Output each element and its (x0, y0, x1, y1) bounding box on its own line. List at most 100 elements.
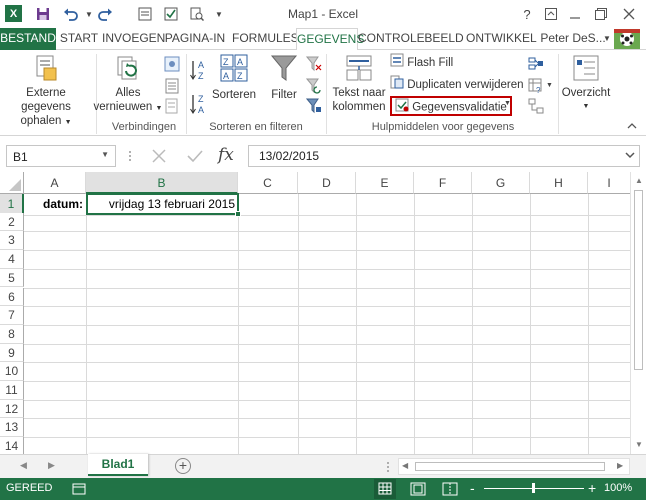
flash-fill-button[interactable]: Flash Fill (390, 53, 453, 71)
tab-formules[interactable]: FORMULES (232, 28, 299, 50)
cell-a1[interactable]: datum: (24, 194, 86, 214)
name-box-dropdown-icon[interactable]: ▼ (101, 150, 109, 159)
user-dropdown-icon[interactable]: ▼ (602, 28, 612, 50)
row-header-3[interactable]: 3 (0, 231, 24, 251)
close-button[interactable] (620, 5, 638, 23)
what-if-analysis-icon[interactable]: ? (528, 78, 544, 95)
tab-invoegen[interactable]: INVOEGEN (102, 28, 165, 50)
zoom-slider-thumb[interactable] (532, 483, 535, 493)
macro-record-icon[interactable] (72, 482, 86, 499)
column-header-g[interactable]: G (472, 172, 530, 194)
tab-bestand[interactable]: BESTAND (0, 28, 56, 50)
row-header-8[interactable]: 8 (0, 324, 24, 344)
zoom-level[interactable]: 100% (604, 482, 632, 494)
edit-links-icon[interactable] (164, 98, 180, 114)
row-header-2[interactable]: 2 (0, 212, 24, 232)
select-all-button[interactable] (0, 172, 24, 194)
grid-column-line (414, 194, 415, 454)
text-to-columns-button[interactable]: Tekst naar kolommen (330, 54, 388, 114)
refresh-all-button[interactable]: Alles vernieuwen ▼ (92, 54, 164, 116)
avatar[interactable] (614, 29, 640, 49)
tab-pagina-in[interactable]: PAGINA-IN (162, 28, 228, 50)
reapply-filter-icon[interactable] (305, 78, 322, 94)
restore-button[interactable] (592, 5, 610, 23)
formula-bar-options-icon[interactable] (128, 149, 132, 163)
advanced-filter-icon[interactable] (305, 98, 322, 114)
row-header-14[interactable]: 14 (0, 437, 24, 454)
scroll-down-icon[interactable]: ▼ (635, 440, 643, 449)
user-name[interactable]: Peter DeS... (538, 28, 608, 50)
new-sheet-button[interactable]: + (175, 458, 191, 474)
column-header-b[interactable]: B (86, 172, 238, 194)
connections-icon[interactable] (164, 56, 180, 72)
remove-duplicates-button[interactable]: Duplicaten verwijderen (390, 75, 524, 93)
sort-button[interactable]: ZAAZ Sorteren (210, 54, 258, 102)
column-header-d[interactable]: D (298, 172, 356, 194)
column-header-e[interactable]: E (356, 172, 414, 194)
column-header-f[interactable]: F (414, 172, 472, 194)
relationships-icon[interactable] (528, 98, 544, 114)
tab-gegevens[interactable]: GEGEVENS (296, 28, 364, 51)
enter-icon[interactable] (186, 147, 204, 165)
sort-za-icon[interactable]: ZA (190, 92, 210, 116)
what-if-dropdown-icon[interactable]: ▼ (546, 82, 553, 89)
row-header-6[interactable]: 6 (0, 287, 24, 307)
fill-handle[interactable] (235, 211, 241, 217)
properties-icon[interactable] (164, 78, 180, 94)
minimize-button[interactable] (566, 5, 584, 23)
scroll-sheets-left-icon[interactable]: ◀ (20, 460, 27, 471)
ribbon-display-options-icon[interactable] (542, 5, 560, 23)
name-box[interactable]: B1 ▼ (6, 145, 116, 167)
horizontal-scroll-thumb[interactable] (415, 462, 605, 471)
normal-view-icon[interactable] (374, 479, 396, 499)
external-data-button[interactable]: Externe gegevens ophalen ▼ (0, 54, 92, 130)
column-header-a[interactable]: A (24, 172, 86, 194)
outline-button[interactable]: Overzicht ▼ (560, 54, 612, 114)
horizontal-scrollbar[interactable]: ◀ ▶ (398, 458, 630, 475)
grid-column-line (298, 194, 299, 454)
row-header-5[interactable]: 5 (0, 268, 24, 288)
sheet-tab-blad1[interactable]: Blad1 (88, 454, 148, 476)
cell-b1-selected[interactable]: vrijdag 13 februari 2015 (86, 193, 239, 215)
tab-start[interactable]: START (58, 28, 100, 50)
consolidate-icon[interactable] (528, 56, 544, 72)
page-layout-view-icon[interactable] (410, 482, 426, 499)
clear-filter-icon[interactable] (305, 56, 322, 72)
row-header-9[interactable]: 9 (0, 343, 24, 363)
expand-formula-bar-icon[interactable] (624, 148, 636, 165)
tab-ontwikkel[interactable]: ONTWIKKEL (466, 28, 537, 50)
help-button[interactable]: ? (518, 5, 536, 23)
row-header-13[interactable]: 13 (0, 418, 24, 438)
filter-button[interactable]: Filter (264, 54, 304, 102)
sort-az-icon[interactable]: AZ (190, 58, 210, 82)
scroll-sheets-right-icon[interactable]: ▶ (48, 460, 55, 471)
data-validation-dropdown-icon[interactable]: ▼ (504, 100, 511, 107)
zoom-in-button[interactable]: + (588, 480, 596, 496)
collapse-ribbon-icon[interactable] (626, 120, 638, 132)
tab-controle[interactable]: CONTROLE (358, 28, 425, 50)
vertical-scroll-thumb[interactable] (634, 190, 643, 370)
tab-beeld[interactable]: BEELD (424, 28, 464, 50)
cancel-icon[interactable] (150, 147, 168, 165)
page-break-view-icon[interactable] (442, 482, 458, 499)
worksheet-grid[interactable]: A B C D E F G H I 1 2 3 4 5 6 7 8 9 10 11 12 13 14 da… (0, 172, 630, 454)
vertical-scrollbar[interactable]: ▲ ▼ (630, 172, 646, 454)
scroll-right-icon[interactable]: ▶ (617, 461, 623, 470)
formula-input[interactable]: 13/02/2015 (248, 145, 640, 167)
row-header-11[interactable]: 11 (0, 381, 24, 400)
row-header-4[interactable]: 4 (0, 250, 24, 269)
row-header-10[interactable]: 10 (0, 362, 24, 381)
data-validation-icon (395, 98, 409, 117)
sheet-options-icon[interactable] (386, 460, 390, 474)
zoom-slider[interactable] (484, 483, 584, 493)
row-header-7[interactable]: 7 (0, 306, 24, 325)
zoom-out-button[interactable]: - (470, 480, 475, 496)
scroll-up-icon[interactable]: ▲ (635, 176, 643, 185)
column-header-c[interactable]: C (238, 172, 298, 194)
column-header-i[interactable]: I (588, 172, 630, 194)
column-header-h[interactable]: H (530, 172, 588, 194)
scroll-left-icon[interactable]: ◀ (402, 461, 408, 470)
insert-function-button[interactable]: fx (218, 145, 234, 165)
row-header-12[interactable]: 12 (0, 399, 24, 419)
data-validation-button[interactable]: Gegevensvalidatie (390, 96, 512, 116)
